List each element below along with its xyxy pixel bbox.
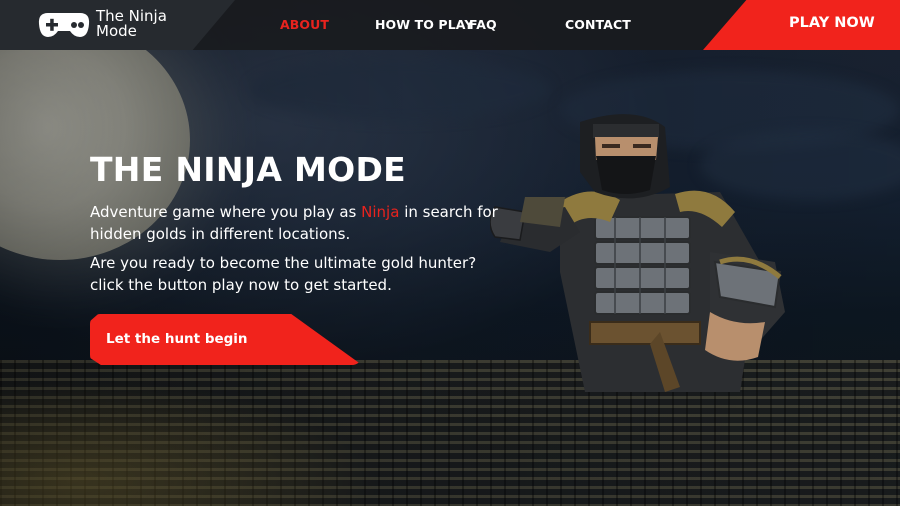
hero-title: THE NINJA MODE <box>90 150 407 189</box>
hunt-cta-label[interactable]: Let the hunt begin <box>106 331 248 347</box>
navbar: The Ninja Mode ABOUT HOW TO PLAY FAQ CON… <box>0 0 900 50</box>
brand-name[interactable]: The Ninja Mode <box>96 9 186 39</box>
nav-link-contact[interactable]: CONTACT <box>565 17 631 32</box>
nav-link-about[interactable]: ABOUT <box>280 17 329 32</box>
hero-description-start: Adventure game where you play as <box>90 203 362 221</box>
nav-link-faq[interactable]: FAQ <box>469 17 497 32</box>
hero-highlight-ninja: Ninja <box>361 203 400 221</box>
hero-description: Adventure game where you play as Ninja i… <box>90 201 510 245</box>
ninja-character-image <box>490 114 785 392</box>
nav-link-how-to-play[interactable]: HOW TO PLAY <box>375 17 474 32</box>
hero-question: Are you ready to become the ultimate gol… <box>90 254 477 294</box>
play-now-label[interactable]: PLAY NOW <box>789 15 875 31</box>
brand-name-line2: Mode <box>96 22 137 40</box>
gamepad-icon[interactable] <box>38 11 90 39</box>
